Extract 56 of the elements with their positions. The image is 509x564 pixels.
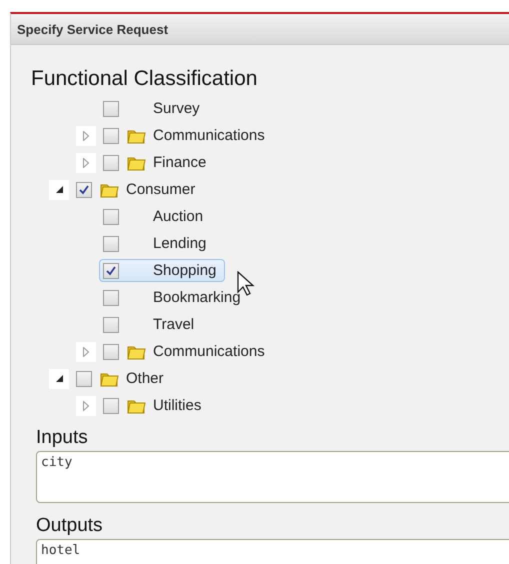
expander-toggle[interactable]	[49, 368, 69, 388]
expander-toggle[interactable]	[49, 180, 69, 200]
tree-item[interactable]: Bookmarking	[99, 286, 250, 309]
checkbox[interactable]	[103, 100, 119, 116]
tree-item-label: Consumer	[126, 181, 196, 198]
checkbox[interactable]	[76, 370, 92, 386]
expanded-triangle-icon	[56, 186, 62, 193]
tree-item[interactable]: Survey	[99, 97, 209, 120]
inputs-field[interactable]: city	[36, 451, 509, 503]
tree-item-label: Travel	[153, 316, 194, 333]
tree-item[interactable]: Consumer	[72, 178, 204, 201]
tree-item-label: Finance	[153, 154, 206, 171]
expanded-triangle-icon	[56, 375, 62, 382]
tree-item[interactable]: Other	[72, 367, 173, 390]
checkbox[interactable]	[103, 208, 119, 224]
tree-item[interactable]: Communications	[99, 124, 274, 147]
tree-item[interactable]: Utilities	[99, 394, 210, 417]
tree-item-label: Lending	[153, 235, 206, 252]
collapsed-triangle-icon	[83, 400, 89, 410]
tree-item-label: Communications	[153, 343, 265, 360]
tree-item[interactable]: Lending	[99, 232, 216, 255]
outputs-field[interactable]: hotel	[36, 539, 509, 564]
collapsed-triangle-icon	[83, 346, 89, 356]
expander-toggle[interactable]	[76, 342, 96, 362]
section-heading: Functional Classification	[31, 67, 258, 91]
tree-item-label: Other	[126, 370, 164, 387]
checkbox[interactable]	[103, 236, 119, 252]
panel-title: Specify Service Request	[17, 22, 168, 36]
collapsed-triangle-icon	[83, 158, 89, 168]
field-label: Outputs	[36, 515, 104, 537]
tree-item-label: Communications	[153, 127, 265, 144]
tree-item[interactable]: Auction	[99, 205, 212, 228]
checkbox[interactable]	[103, 128, 119, 144]
tree-item-label: Auction	[153, 208, 204, 225]
tree-item-label: Shopping	[153, 262, 216, 279]
checkbox[interactable]	[103, 316, 119, 332]
check-icon	[106, 266, 116, 276]
expander-toggle[interactable]	[76, 126, 96, 146]
checkbox[interactable]	[103, 290, 119, 306]
tree-item[interactable]: Finance	[99, 151, 216, 174]
checkbox[interactable]	[103, 398, 119, 414]
checkbox[interactable]	[103, 154, 119, 170]
expander-toggle[interactable]	[76, 396, 96, 416]
tree-item-label: Utilities	[153, 397, 202, 414]
collapsed-triangle-icon	[83, 130, 89, 140]
tree-item[interactable]: Travel	[99, 313, 204, 336]
checkbox[interactable]	[103, 262, 119, 278]
check-icon	[79, 184, 89, 194]
expander-toggle[interactable]	[76, 152, 96, 172]
tree-item[interactable]: Communications	[99, 340, 274, 363]
checkbox[interactable]	[76, 182, 92, 198]
checkbox[interactable]	[103, 344, 119, 360]
field-label: Inputs	[36, 427, 89, 449]
tree-item[interactable]: Shopping	[99, 259, 226, 282]
tree-item-label: Bookmarking	[153, 289, 241, 306]
tree-item-label: Survey	[153, 100, 200, 117]
